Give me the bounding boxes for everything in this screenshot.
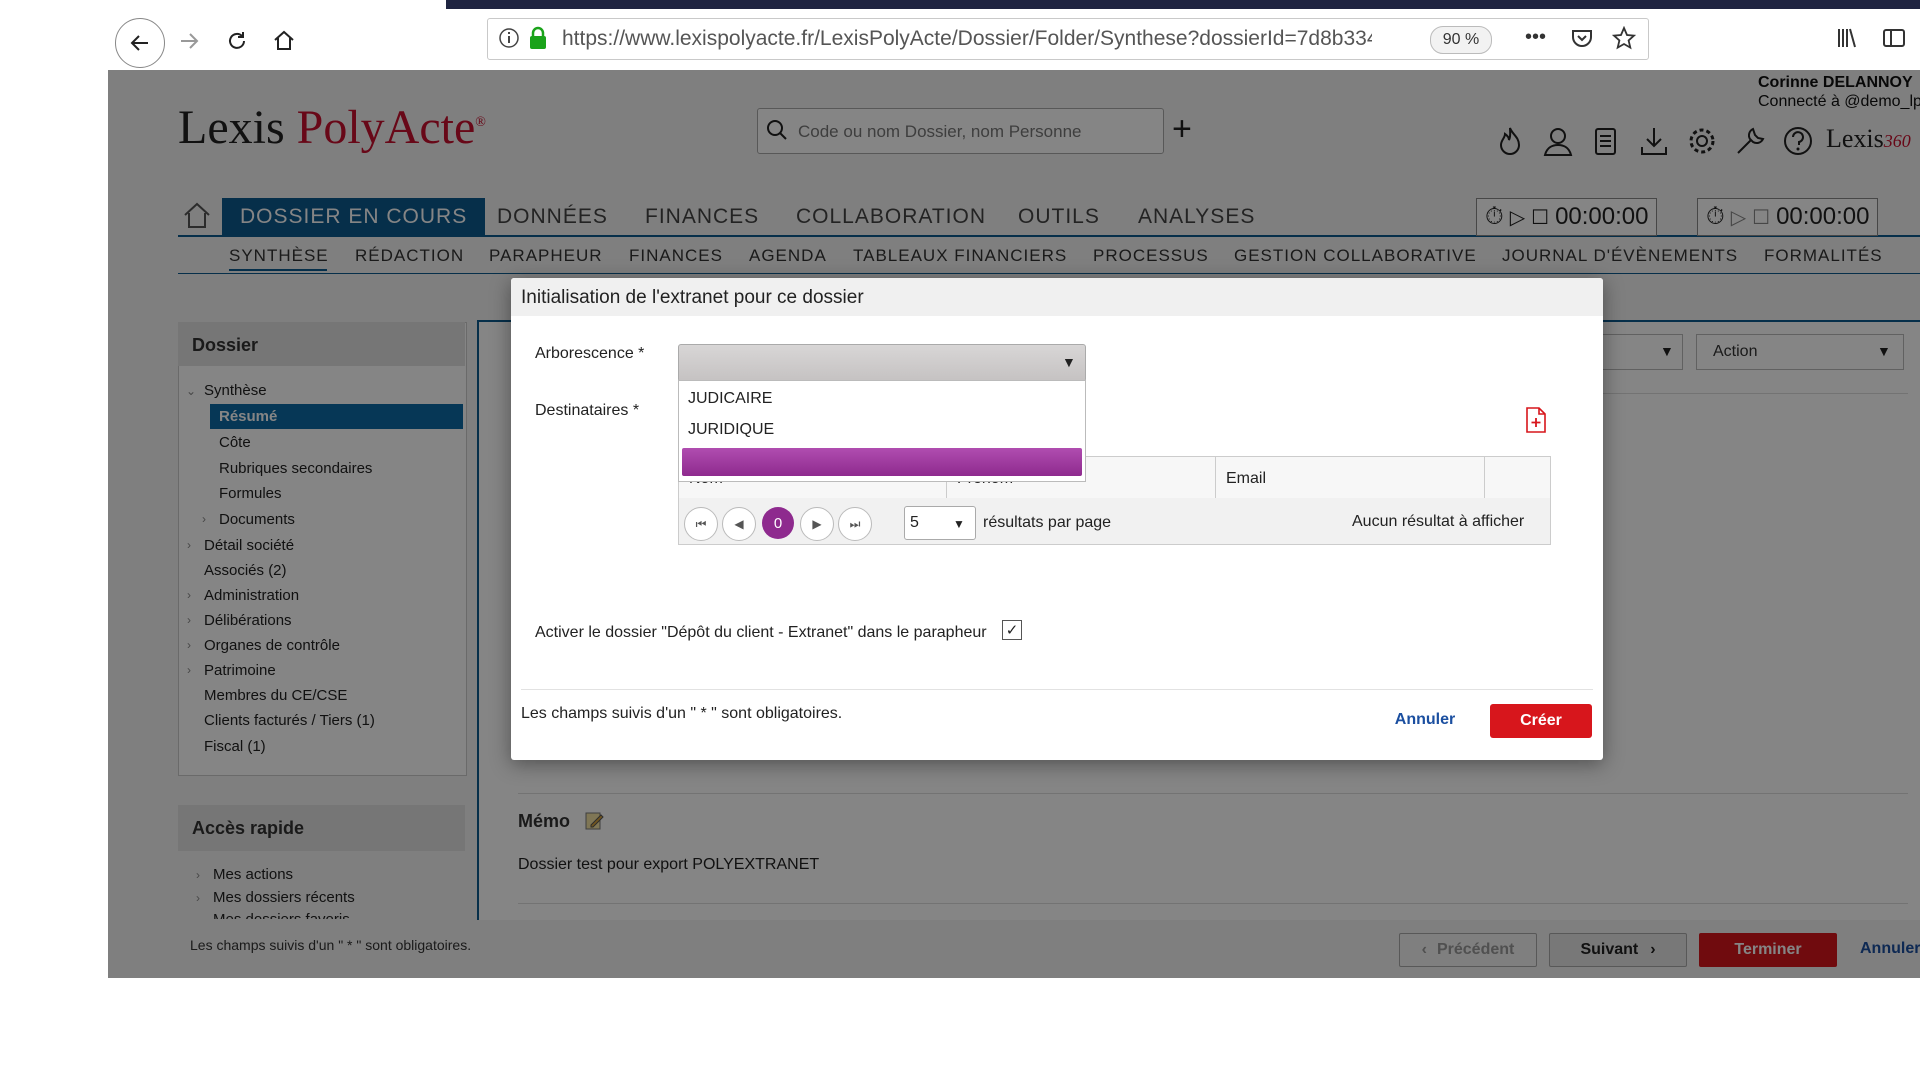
no-results-message: Aucun résultat à afficher [1352,513,1525,530]
home-icon [274,30,294,50]
option-judicaire[interactable]: JUDICAIRE [688,390,772,408]
page-actions-icon[interactable]: ••• [1525,26,1546,49]
home-button[interactable] [263,20,305,62]
lock-icon [528,26,548,50]
last-page-button[interactable]: ⏭ [838,507,872,541]
current-page-indicator[interactable]: 0 [762,507,794,539]
cancel-button[interactable]: Annuler [1385,704,1465,736]
pocket-icon[interactable] [1570,26,1594,50]
dialog-footer-divider [521,689,1593,690]
create-button[interactable]: Créer [1490,704,1592,738]
forward-button[interactable] [168,20,210,62]
arborescence-select[interactable] [678,344,1086,382]
column-header-email[interactable]: Email [1226,470,1266,488]
first-page-icon: ⏮ [695,516,707,531]
chevron-down-icon[interactable]: ▼ [953,517,965,531]
activate-deposit-folder-label: Activer le dossier "Dépôt du client - Ex… [535,624,987,641]
chevron-down-icon[interactable]: ▼ [1062,354,1076,370]
last-page-icon: ⏭ [849,516,861,531]
sidebar-toggle-icon[interactable] [1882,26,1906,50]
zoom-level-badge[interactable]: 90 % [1430,26,1492,54]
first-page-button[interactable]: ⏮ [684,507,718,541]
site-info-icon[interactable] [498,27,520,49]
next-page-button[interactable]: ▶ [800,507,834,541]
dialog-title: Initialisation de l'extranet pour ce dos… [521,287,864,308]
previous-page-icon: ◀ [734,517,744,531]
next-page-icon: ▶ [812,517,822,531]
previous-page-button[interactable]: ◀ [722,507,756,541]
option-highlighted[interactable] [682,448,1082,476]
destinataires-label: Destinataires * [535,402,640,419]
add-recipient-icon[interactable] [1524,406,1548,434]
reload-icon [229,32,245,49]
bookmark-star-icon[interactable] [1612,26,1636,50]
arborescence-label: Arborescence * [535,345,645,362]
url-text[interactable]: https://www.lexispolyacte.fr/LexisPolyAc… [562,27,1372,51]
results-per-page-label: résultats par page [983,514,1112,531]
reload-button[interactable] [216,20,258,62]
back-button[interactable] [115,18,165,68]
results-per-page-value: 5 [910,514,919,531]
activate-deposit-folder-checkbox[interactable]: ✓ [1002,620,1022,640]
browser-tab-strip [446,0,1920,9]
library-icon[interactable] [1835,26,1859,50]
required-fields-note: Les champs suivis d'un " * " sont obliga… [521,705,843,722]
arrow-right-icon [181,33,199,49]
column-divider [1215,456,1216,498]
option-juridique[interactable]: JURIDIQUE [688,421,774,439]
arrow-left-icon [130,35,148,51]
column-divider [1484,456,1485,498]
